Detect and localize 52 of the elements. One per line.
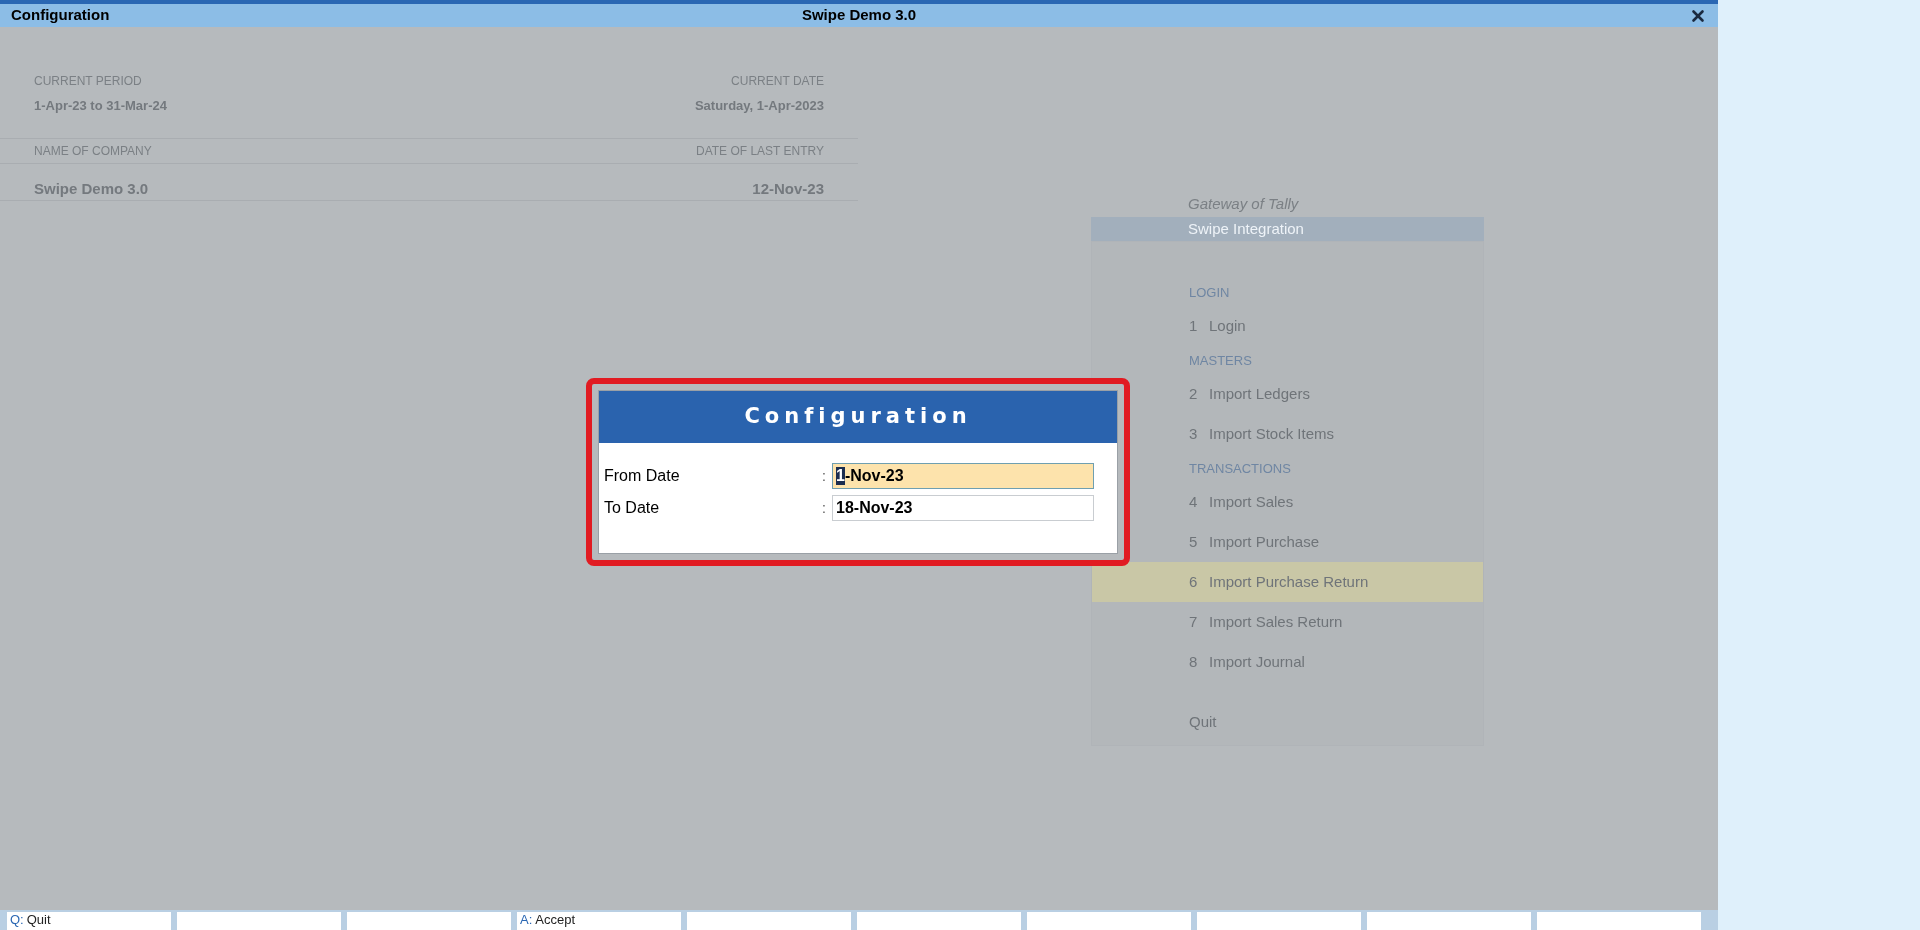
item-number: 2 xyxy=(1189,383,1199,404)
function-button[interactable] xyxy=(687,912,851,930)
menu-item[interactable]: Quit xyxy=(1092,702,1483,742)
item-label: Import Journal xyxy=(1209,651,1305,672)
function-button[interactable] xyxy=(1367,912,1531,930)
date-field[interactable]: 18-Nov-23 xyxy=(832,495,1094,521)
field-label: From Date xyxy=(604,466,681,486)
menu-item[interactable]: 7 Import Sales Return xyxy=(1092,602,1483,642)
dialog-title: Configuration xyxy=(599,391,1117,443)
function-button[interactable]: Q: Quit xyxy=(7,912,171,930)
item-label: Login xyxy=(1209,315,1246,336)
function-button[interactable]: A: Accept xyxy=(517,912,681,930)
item-label: Import Sales Return xyxy=(1209,611,1343,632)
info-value: 12-Nov-23 xyxy=(752,178,824,199)
menu-heading: LOGIN xyxy=(1189,285,1230,300)
function-button[interactable] xyxy=(857,912,1021,930)
item-number: 3 xyxy=(1189,423,1199,444)
function-button[interactable] xyxy=(1537,912,1701,930)
item-number: 8 xyxy=(1189,651,1199,672)
colon: : xyxy=(822,498,827,518)
item-number: 1 xyxy=(1189,315,1199,336)
function-button[interactable] xyxy=(1027,912,1191,930)
item-label: Import Sales xyxy=(1209,491,1294,512)
info-value: Swipe Demo 3.0 xyxy=(34,178,149,199)
item-label: Import Stock Items xyxy=(1209,423,1335,444)
menu-item[interactable]: 6 Import Purchase Return xyxy=(1092,562,1483,602)
function-button[interactable] xyxy=(1197,912,1361,930)
item-label: Import Purchase xyxy=(1209,531,1320,552)
info-label: CURRENT DATE xyxy=(731,73,824,90)
item-number: 6 xyxy=(1189,571,1199,592)
item-number: 5 xyxy=(1189,531,1199,552)
window-title: Configuration xyxy=(11,5,111,26)
info-value: Saturday, 1-Apr-2023 xyxy=(694,97,824,115)
menu-heading: MASTERS xyxy=(1189,353,1252,368)
menu-subtitle: Swipe Integration xyxy=(1091,217,1484,241)
menu-item[interactable]: 8 Import Journal xyxy=(1092,642,1483,682)
company-name: Swipe Demo 3.0 xyxy=(801,5,917,26)
item-label: Import Purchase Return xyxy=(1209,571,1369,592)
menu-title: Gateway of Tally xyxy=(1187,194,1300,214)
field-label: To Date xyxy=(604,498,661,518)
info-value: 1-Apr-23 to 31-Mar-24 xyxy=(34,97,167,115)
menu-item[interactable]: 1 Login xyxy=(1092,306,1483,346)
info-label: CURRENT PERIOD xyxy=(34,73,142,90)
item-number: 7 xyxy=(1189,611,1199,632)
info-label: DATE OF LAST ENTRY xyxy=(695,142,824,160)
item-label: Import Ledgers xyxy=(1209,383,1310,404)
function-button[interactable] xyxy=(347,912,511,930)
info-label: NAME OF COMPANY xyxy=(34,142,152,160)
item-number: 4 xyxy=(1189,491,1199,512)
menu-heading: TRANSACTIONS xyxy=(1189,461,1291,476)
colon: : xyxy=(822,466,827,486)
function-button[interactable] xyxy=(177,912,341,930)
